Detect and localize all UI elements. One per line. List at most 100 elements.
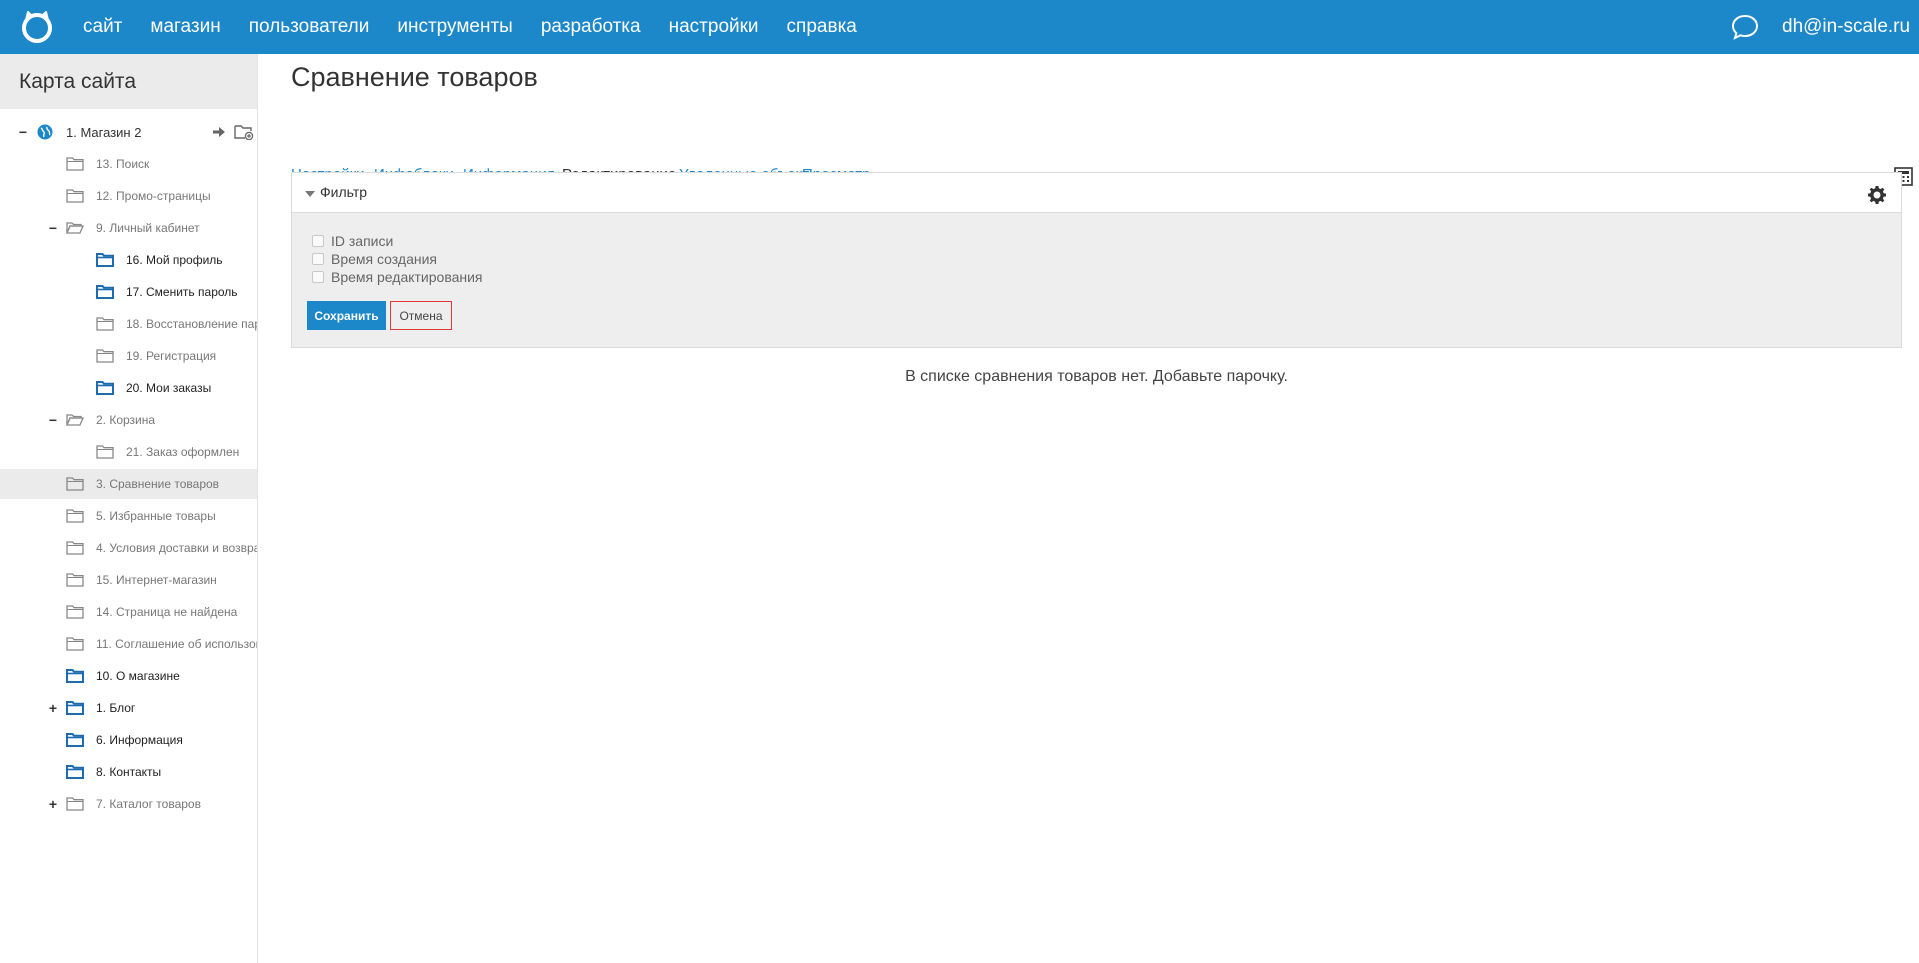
topnav-item[interactable]: разработка [541, 16, 641, 38]
tree-root-row[interactable]: − 1. Магазин 2 [0, 117, 257, 147]
tree-item[interactable]: 3. Сравнение товаров [0, 469, 257, 499]
cat-logo-icon[interactable] [20, 10, 54, 44]
topnav-item[interactable]: сайт [83, 16, 122, 38]
tree-item[interactable]: 19. Регистрация [0, 341, 257, 371]
tree-item-label[interactable]: 20. Мои заказы [126, 381, 211, 395]
folder-icon [66, 157, 84, 171]
arrow-right-icon[interactable] [212, 126, 226, 138]
expand-toggle[interactable]: + [47, 701, 59, 715]
checkbox-label[interactable]: Время редактирования [331, 269, 483, 285]
tree-item-label[interactable]: 3. Сравнение товаров [96, 477, 219, 491]
checkbox[interactable] [312, 235, 324, 247]
tree-item[interactable]: 17. Сменить пароль [0, 277, 257, 307]
topnav-item[interactable]: магазин [150, 16, 220, 38]
tree-item[interactable]: 21. Заказ оформлен [0, 437, 257, 467]
tree-item[interactable]: 14. Страница не найдена [0, 597, 257, 627]
checkbox-label[interactable]: ID записи [331, 233, 393, 249]
tree-item-label[interactable]: 17. Сменить пароль [126, 285, 238, 299]
filter-header[interactable]: Фильтр [292, 173, 1901, 213]
topnav-item[interactable]: пользователи [249, 16, 370, 38]
tree-item-label[interactable]: 4. Условия доставки и возврата [96, 541, 257, 555]
cancel-button[interactable]: Отмена [390, 301, 452, 330]
tree-item-label[interactable]: 8. Контакты [96, 765, 161, 779]
tree-item[interactable]: 12. Промо-страницы [0, 181, 257, 211]
tree-item-label[interactable]: 15. Интернет-магазин [96, 573, 217, 587]
folder-icon [66, 701, 84, 715]
tree-item-label[interactable]: 21. Заказ оформлен [126, 445, 239, 459]
tree-item-label[interactable]: 1. Блог [96, 701, 135, 715]
filter-checkbox-row[interactable]: Время создания [312, 251, 437, 267]
tree-item-label[interactable]: 10. О магазине [96, 669, 180, 683]
tree-item[interactable]: 8. Контакты [0, 757, 257, 787]
tree-item[interactable]: 13. Поиск [0, 149, 257, 179]
tree-item[interactable]: − 2. Корзина [0, 405, 257, 435]
folder-icon [96, 381, 114, 395]
tree-item[interactable]: +7. Каталог товаров [0, 789, 257, 819]
tree-item[interactable]: 15. Интернет-магазин [0, 565, 257, 595]
add-folder-icon[interactable] [234, 124, 254, 140]
folder-icon [96, 445, 114, 459]
tree-item-label[interactable]: 16. Мой профиль [126, 253, 223, 267]
folder-icon [66, 797, 84, 811]
folder-icon [66, 541, 84, 555]
chat-bubble-icon[interactable] [1730, 12, 1760, 42]
checkbox[interactable] [312, 271, 324, 283]
folder-icon [96, 317, 114, 331]
checkbox-label[interactable]: Время создания [331, 251, 437, 267]
tree-item-label[interactable]: 12. Промо-страницы [96, 189, 211, 203]
tree-item-label[interactable]: 19. Регистрация [126, 349, 216, 363]
tree-item-label[interactable]: 18. Восстановление пароля [126, 317, 257, 331]
tree-item[interactable]: +1. Блог [0, 693, 257, 723]
tree-item-label[interactable]: 11. Соглашение об использовании [96, 637, 257, 651]
filter-checkbox-row[interactable]: Время редактирования [312, 269, 483, 285]
tree-root-label[interactable]: 1. Магазин 2 [66, 125, 141, 140]
caret-down-icon[interactable] [305, 191, 315, 197]
page-title: Сравнение товаров [291, 62, 538, 92]
folder-icon [96, 349, 114, 363]
collapse-toggle[interactable]: − [17, 125, 29, 139]
tree-item[interactable]: 11. Соглашение об использовании [0, 629, 257, 659]
gear-icon[interactable] [1867, 185, 1887, 205]
user-email-link[interactable]: dh@in-scale.ru [1782, 0, 1910, 54]
collapse-toggle[interactable]: − [47, 221, 59, 235]
folder-icon [66, 733, 84, 747]
tree-item[interactable]: 4. Условия доставки и возврата [0, 533, 257, 563]
top-navigation-bar: сайт магазин пользователи инструменты разраб… [0, 0, 1919, 54]
topnav-item[interactable]: инструменты [397, 16, 512, 38]
tree-item-label[interactable]: 6. Информация [96, 733, 183, 747]
checkbox[interactable] [312, 253, 324, 265]
folder-icon [66, 637, 84, 651]
topnav-item[interactable]: справка [787, 16, 857, 38]
tree-item-label[interactable]: 13. Поиск [96, 157, 149, 171]
tree-item-label[interactable]: 9. Личный кабинет [96, 221, 200, 235]
folder-icon [66, 605, 84, 619]
folder-open-icon [66, 222, 84, 234]
folder-icon [66, 669, 84, 683]
tree-item-label[interactable]: 7. Каталог товаров [96, 797, 201, 811]
main-menu: сайт магазин пользователи инструменты разраб… [83, 0, 885, 54]
tree-item-label[interactable]: 14. Страница не найдена [96, 605, 237, 619]
sidebar-title: Карта сайта [0, 54, 257, 109]
filter-title[interactable]: Фильтр [320, 184, 367, 200]
folder-icon [66, 189, 84, 203]
tree-item-label[interactable]: 2. Корзина [96, 413, 155, 427]
tree-item-label[interactable]: 5. Избранные товары [96, 509, 216, 523]
tree-item[interactable]: − 9. Личный кабинет [0, 213, 257, 243]
topnav-item[interactable]: настройки [669, 16, 759, 38]
save-button[interactable]: Сохранить [307, 301, 386, 330]
tree-item[interactable]: 6. Информация [0, 725, 257, 755]
filter-panel: Фильтр Сохранить Отмена ID записи Время с… [291, 172, 1902, 348]
filter-checkbox-row[interactable]: ID записи [312, 233, 393, 249]
tree-item[interactable]: 18. Восстановление пароля [0, 309, 257, 339]
tree-item[interactable]: 16. Мой профиль [0, 245, 257, 275]
folder-open-icon [66, 414, 84, 426]
tree-item[interactable]: 5. Избранные товары [0, 501, 257, 531]
expand-toggle[interactable]: + [47, 797, 59, 811]
tree-item[interactable]: 10. О магазине [0, 661, 257, 691]
tree-item[interactable]: 20. Мои заказы [0, 373, 257, 403]
filter-body: Сохранить Отмена ID записи Время создания… [292, 213, 1901, 347]
collapse-toggle[interactable]: − [47, 413, 59, 427]
empty-list-message: В списке сравнения товаров нет. Добавьте… [905, 368, 1288, 385]
folder-icon [66, 477, 84, 491]
main-content: Сравнение товаров НастройкиИнфоблокиИнфо… [275, 54, 1919, 963]
